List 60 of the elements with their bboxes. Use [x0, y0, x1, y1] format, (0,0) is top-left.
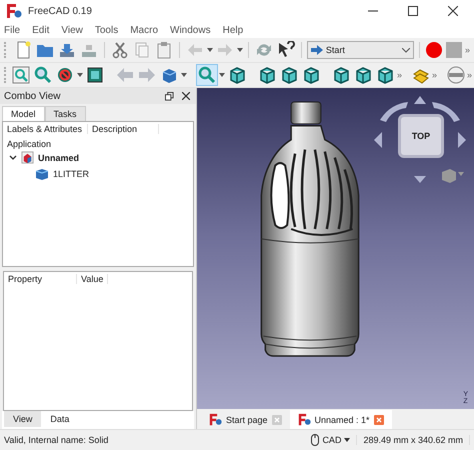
app-logo-icon — [6, 3, 22, 19]
help-cursor-icon[interactable] — [276, 41, 295, 59]
close-icon[interactable] — [182, 92, 190, 100]
dropdown-arrow-icon — [344, 438, 350, 442]
maximize-icon[interactable] — [408, 6, 418, 16]
menu-item[interactable]: Macro — [130, 24, 158, 36]
fit-all-icon[interactable] — [12, 66, 30, 84]
close-tab-icon[interactable] — [374, 414, 384, 424]
dropdown-arrow-icon[interactable] — [77, 73, 83, 77]
menu-item[interactable]: View — [61, 24, 83, 36]
property-tab[interactable]: View — [4, 411, 42, 427]
close-icon[interactable] — [448, 6, 458, 16]
record-macro-icon[interactable] — [424, 41, 443, 59]
expand-chevron-icon[interactable] — [9, 154, 17, 160]
toolbar-overflow-button[interactable]: » — [432, 70, 438, 80]
toolbar-overflow-button[interactable]: » — [464, 45, 470, 55]
standard-views-icon[interactable] — [160, 66, 178, 84]
window-title: FreeCAD 0.19 — [28, 6, 92, 16]
arrow-icon — [310, 45, 323, 55]
tree-item[interactable]: Unnamed — [38, 152, 80, 162]
mouse-icon — [311, 434, 320, 446]
document-tab[interactable]: Unnamed : 1* — [290, 410, 392, 429]
draw-style-icon[interactable] — [56, 66, 74, 84]
menu-item[interactable]: Windows — [170, 24, 211, 36]
chevron-down-icon — [402, 48, 410, 52]
zoom-icon[interactable] — [198, 66, 216, 84]
menu-item[interactable]: Edit — [32, 24, 50, 36]
app-logo-icon — [209, 413, 222, 426]
menu-item[interactable]: File — [4, 24, 20, 36]
cut-icon[interactable] — [110, 41, 129, 59]
bounding-box-icon[interactable] — [86, 66, 104, 84]
navigation-cube-face[interactable]: TOP — [398, 114, 444, 158]
workbench-dropdown[interactable]: Start — [306, 41, 414, 59]
dropdown-arrow-icon[interactable] — [219, 73, 225, 77]
panel-title: Combo View — [4, 90, 62, 102]
column-header[interactable]: Property — [4, 274, 77, 284]
app-logo-icon — [298, 413, 311, 426]
menu-item[interactable]: Tools — [94, 24, 118, 36]
navigation-style-dropdown[interactable]: CAD — [305, 434, 356, 446]
isometric-cube-icon[interactable] — [228, 66, 246, 84]
solid-body-icon — [35, 168, 49, 180]
undock-icon[interactable] — [165, 92, 174, 100]
dropdown-arrow-icon[interactable] — [206, 48, 213, 52]
document-icon — [21, 151, 34, 164]
status-message: Valid, Internal name: Solid — [4, 435, 110, 445]
toolbar-overflow-button[interactable]: » — [467, 70, 472, 80]
dropdown-arrow-icon[interactable] — [181, 73, 187, 77]
save-icon[interactable] — [58, 41, 76, 59]
menu-item[interactable]: Help — [222, 24, 244, 36]
panel-tab[interactable]: Model — [2, 106, 45, 121]
dimensions-readout: 289.49 mm x 340.62 mm — [356, 435, 470, 445]
column-header[interactable]: Value — [77, 274, 108, 284]
column-header[interactable]: Labels & Attributes — [3, 124, 88, 134]
tree-group-label: Application — [6, 138, 52, 149]
column-header[interactable]: Description — [88, 124, 159, 134]
panel-tab[interactable]: Tasks — [44, 106, 86, 121]
section-plane-icon[interactable] — [447, 66, 466, 84]
tree-item[interactable]: 1LITTER — [53, 169, 90, 179]
toolbar-overflow-button[interactable]: » — [397, 70, 402, 80]
dropdown-arrow-icon[interactable] — [236, 48, 243, 52]
